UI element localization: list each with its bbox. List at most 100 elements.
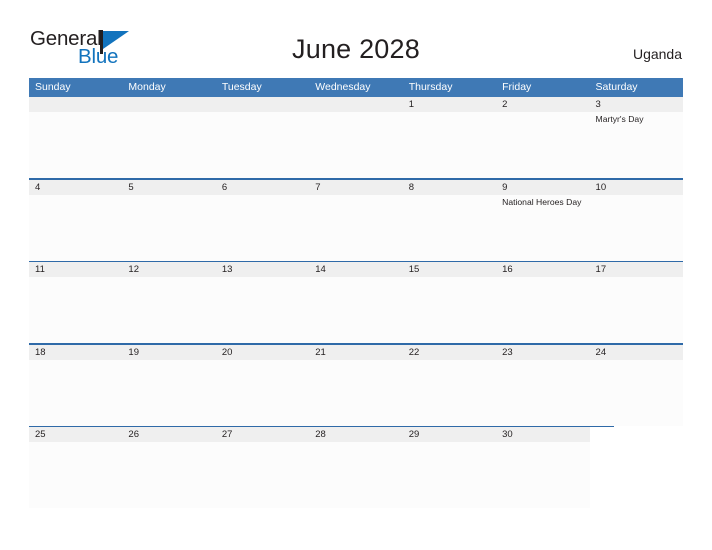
day-number[interactable] [215, 97, 310, 112]
day-number[interactable]: 10 [589, 179, 683, 195]
day-events[interactable] [403, 195, 496, 261]
day-events[interactable] [122, 442, 215, 508]
day-events[interactable] [29, 277, 122, 343]
day-events[interactable] [29, 442, 122, 508]
day-events[interactable]: Martyr's Day [590, 112, 683, 178]
page-title: June 2028 [292, 34, 420, 64]
day-number[interactable]: 12 [122, 262, 216, 277]
calendar-week-row: 1 2 3 Martyr's Day [29, 97, 683, 178]
day-events[interactable] [403, 277, 496, 343]
day-events[interactable] [122, 277, 215, 343]
day-number[interactable]: 23 [496, 344, 590, 360]
calendar-week-row: 4 5 6 7 8 9 10 National Heroes Day [29, 178, 683, 261]
day-number[interactable]: 17 [589, 262, 683, 277]
day-events[interactable] [122, 360, 215, 426]
week-number-band: 1 2 3 [29, 97, 683, 112]
day-events[interactable] [309, 277, 402, 343]
weekday-tuesday: Tuesday [221, 81, 262, 93]
day-events[interactable] [309, 442, 402, 508]
weekday-saturday: Saturday [595, 81, 638, 93]
weekday-wednesday: Wednesday [315, 81, 371, 93]
day-number[interactable]: 2 [496, 97, 590, 112]
day-number[interactable]: 7 [309, 179, 403, 195]
day-number[interactable]: 21 [309, 344, 403, 360]
weekday-header-row: Sunday Monday Tuesday Wednesday Thursday… [29, 78, 683, 97]
week-event-band: National Heroes Day [29, 194, 683, 261]
weekday-friday: Friday [502, 81, 532, 93]
day-number[interactable]: 3 [589, 97, 683, 112]
day-number[interactable]: 8 [402, 179, 497, 195]
week-number-band: 4 5 6 7 8 9 10 [29, 179, 683, 195]
day-number[interactable]: 11 [29, 262, 123, 277]
day-number[interactable]: 13 [215, 262, 310, 277]
day-events[interactable] [216, 277, 309, 343]
day-events[interactable] [216, 442, 309, 508]
calendar-week-row: 25 26 27 28 29 30 [29, 425, 683, 508]
day-number[interactable]: 18 [29, 344, 123, 360]
day-events[interactable] [29, 195, 122, 261]
day-number[interactable]: 28 [309, 427, 403, 442]
day-events[interactable] [496, 360, 589, 426]
week-event-band [29, 442, 683, 508]
calendar-week-row: 11 12 13 14 15 16 17 [29, 260, 683, 343]
day-events[interactable] [590, 360, 683, 426]
day-events[interactable] [216, 360, 309, 426]
weekday-monday: Monday [128, 81, 166, 93]
day-events[interactable] [403, 360, 496, 426]
week-number-band: 18 19 20 21 22 23 24 [29, 344, 683, 360]
day-events[interactable] [496, 112, 589, 178]
day-number[interactable] [122, 97, 216, 112]
day-events[interactable] [122, 195, 215, 261]
day-number[interactable]: 19 [122, 344, 216, 360]
weekday-thursday: Thursday [408, 81, 453, 93]
page-header: General Blue June 2028 Uganda [0, 0, 712, 76]
day-events[interactable] [496, 442, 589, 508]
day-events[interactable] [590, 277, 683, 343]
day-number[interactable]: 30 [496, 427, 590, 442]
region-label: Uganda [632, 46, 682, 62]
weekday-sunday: Sunday [35, 81, 71, 93]
week-number-band: 11 12 13 14 15 16 17 [29, 262, 683, 277]
day-events[interactable] [29, 112, 122, 178]
day-number[interactable]: 15 [402, 262, 497, 277]
day-number[interactable] [29, 97, 123, 112]
day-number[interactable] [309, 97, 403, 112]
day-number[interactable]: 27 [215, 427, 310, 442]
day-number[interactable]: 24 [589, 344, 683, 360]
calendar-grid: Sunday Monday Tuesday Wednesday Thursday… [29, 78, 683, 508]
day-number[interactable]: 1 [402, 97, 497, 112]
day-events[interactable] [122, 112, 215, 178]
day-number[interactable]: 20 [215, 344, 310, 360]
day-events[interactable] [216, 195, 309, 261]
day-number[interactable]: 5 [122, 179, 216, 195]
day-number[interactable]: 14 [309, 262, 403, 277]
day-number[interactable]: 9 [496, 179, 590, 195]
day-number[interactable]: 26 [122, 427, 216, 442]
day-events[interactable] [403, 112, 496, 178]
day-events[interactable] [29, 360, 122, 426]
day-number[interactable] [590, 427, 683, 442]
day-events[interactable] [590, 195, 683, 261]
day-events[interactable] [309, 195, 402, 261]
day-number[interactable]: 4 [29, 179, 123, 195]
day-events[interactable]: National Heroes Day [496, 195, 589, 261]
week-event-band: Martyr's Day [29, 112, 683, 178]
day-number[interactable]: 29 [402, 427, 497, 442]
event-label: National Heroes Day [502, 196, 582, 207]
day-events[interactable] [309, 112, 402, 178]
day-number[interactable]: 22 [402, 344, 497, 360]
day-events[interactable] [403, 442, 496, 508]
day-number[interactable]: 6 [215, 179, 310, 195]
calendar-page: General Blue June 2028 Uganda Sunday Mon… [0, 0, 712, 550]
day-number[interactable]: 16 [496, 262, 590, 277]
week-event-band [29, 359, 683, 426]
day-number[interactable]: 25 [29, 427, 123, 442]
week-number-band: 25 26 27 28 29 30 [29, 427, 683, 442]
day-events[interactable] [309, 360, 402, 426]
day-events[interactable] [496, 277, 589, 343]
day-events[interactable] [216, 112, 309, 178]
calendar-week-row: 18 19 20 21 22 23 24 [29, 343, 683, 426]
week-event-band [29, 277, 683, 343]
event-label: Martyr's Day [595, 114, 644, 124]
day-events[interactable] [589, 442, 683, 508]
